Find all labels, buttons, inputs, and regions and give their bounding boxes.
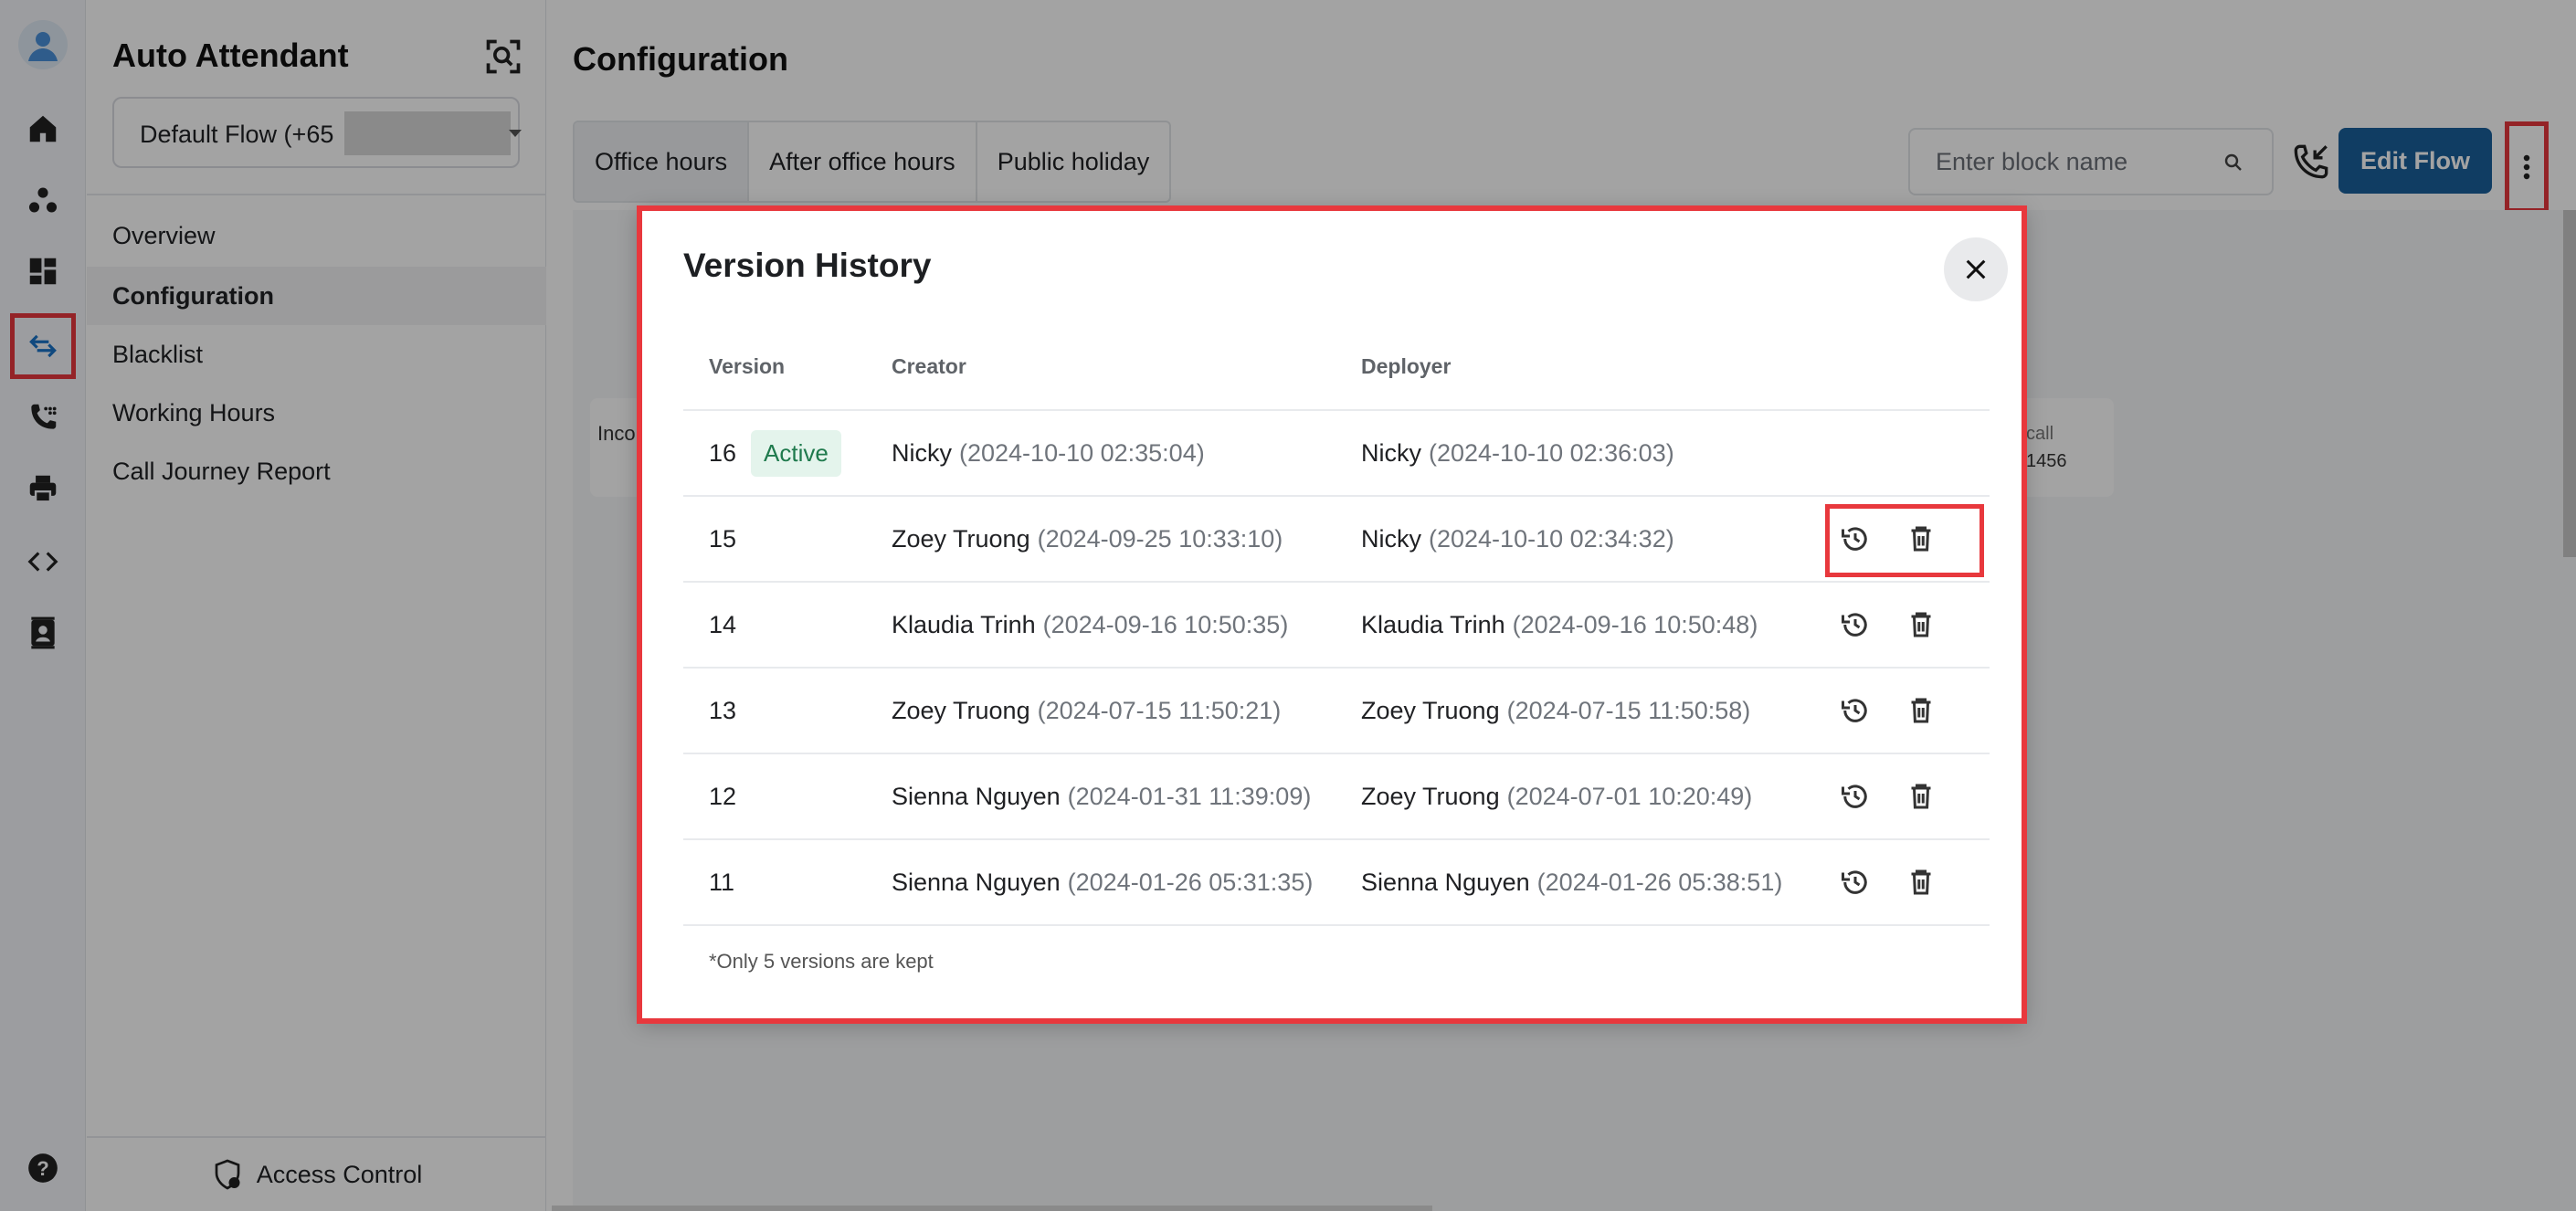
delete-version-button[interactable]: [1900, 775, 1942, 817]
deployer-cell: Nicky (2024-10-10 02:34:32): [1361, 497, 1674, 581]
deployer-name: Sienna Nguyen: [1361, 868, 1530, 896]
close-button[interactable]: [1944, 237, 2008, 301]
trash-icon: [1911, 784, 1931, 809]
creator-cell: Sienna Nguyen (2024-01-31 11:39:09): [892, 754, 1311, 838]
creator-name: Zoey Truong: [892, 696, 1030, 724]
version-table: Version Creator Deployer 16 Active Nicky…: [683, 323, 1990, 926]
deployer-name: Nicky: [1361, 438, 1421, 467]
creator-cell: Klaudia Trinh (2024-09-16 10:50:35): [892, 583, 1288, 667]
table-row: 14 Klaudia Trinh (2024-09-16 10:50:35) K…: [683, 583, 1990, 669]
creator-time: (2024-01-26 05:31:35): [1067, 868, 1314, 896]
deployer-name: Zoey Truong: [1361, 696, 1500, 724]
creator-cell: Nicky (2024-10-10 02:35:04): [892, 411, 1205, 495]
version-history-dialog: Version History Version Creator Deployer…: [639, 208, 2024, 1021]
restore-version-button[interactable]: [1834, 604, 1876, 646]
row-actions: [1834, 583, 1942, 667]
creator-cell: Zoey Truong (2024-09-25 10:33:10): [892, 497, 1283, 581]
deployer-cell: Sienna Nguyen (2024-01-26 05:38:51): [1361, 840, 1782, 924]
creator-cell: Zoey Truong (2024-07-15 11:50:21): [892, 669, 1281, 753]
row-actions: [1834, 497, 1942, 581]
table-header: Version Creator Deployer: [683, 323, 1990, 411]
history-icon: [1842, 699, 1867, 722]
trash-icon: [1911, 698, 1931, 723]
column-header-deployer: Deployer: [1361, 353, 1452, 378]
version-cell: 16 Active: [709, 411, 841, 495]
deployer-cell: Zoey Truong (2024-07-15 11:50:58): [1361, 669, 1750, 753]
creator-name: Nicky: [892, 438, 952, 467]
history-icon: [1842, 527, 1867, 551]
canvas-horizontal-scrollbar[interactable]: [552, 1206, 1432, 1211]
dialog-title: Version History: [683, 247, 932, 284]
creator-name: Sienna Nguyen: [892, 782, 1061, 810]
creator-name: Sienna Nguyen: [892, 868, 1061, 896]
deployer-name: Zoey Truong: [1361, 782, 1500, 810]
table-row: 15 Zoey Truong (2024-09-25 10:33:10) Nic…: [683, 497, 1990, 583]
deployer-time: (2024-10-10 02:34:32): [1429, 524, 1674, 553]
active-badge: Active: [751, 429, 841, 477]
table-row: 12 Sienna Nguyen (2024-01-31 11:39:09) Z…: [683, 754, 1990, 840]
history-icon: [1842, 613, 1867, 637]
version-number: 13: [709, 696, 737, 724]
trash-icon: [1911, 869, 1931, 895]
deployer-time: (2024-01-26 05:38:51): [1536, 868, 1783, 896]
trash-icon: [1911, 612, 1931, 637]
row-actions: [1834, 754, 1942, 838]
deployer-time: (2024-07-01 10:20:49): [1506, 782, 1753, 810]
restore-version-button[interactable]: [1834, 690, 1876, 732]
table-row: 11 Sienna Nguyen (2024-01-26 05:31:35) S…: [683, 840, 1990, 926]
creator-time: (2024-10-10 02:35:04): [959, 438, 1205, 467]
version-number: 14: [709, 610, 737, 638]
deployer-cell: Klaudia Trinh (2024-09-16 10:50:48): [1361, 583, 1758, 667]
restore-version-button[interactable]: [1834, 775, 1876, 817]
deployer-time: (2024-07-15 11:50:58): [1506, 696, 1751, 724]
delete-version-button[interactable]: [1900, 690, 1942, 732]
creator-cell: Sienna Nguyen (2024-01-26 05:31:35): [892, 840, 1313, 924]
trash-icon: [1911, 526, 1931, 552]
history-icon: [1842, 785, 1867, 808]
creator-time: (2024-01-31 11:39:09): [1067, 782, 1312, 810]
history-icon: [1842, 870, 1867, 894]
deployer-name: Klaudia Trinh: [1361, 610, 1505, 638]
delete-version-button[interactable]: [1900, 861, 1942, 903]
creator-time: (2024-09-16 10:50:35): [1042, 610, 1289, 638]
retention-note: *Only 5 versions are kept: [709, 950, 934, 973]
delete-version-button[interactable]: [1900, 518, 1942, 560]
deployer-time: (2024-09-16 10:50:48): [1512, 610, 1758, 638]
deployer-cell: Zoey Truong (2024-07-01 10:20:49): [1361, 754, 1752, 838]
restore-version-button[interactable]: [1834, 518, 1876, 560]
table-row: 16 Active Nicky (2024-10-10 02:35:04) Ni…: [683, 411, 1990, 497]
deployer-name: Nicky: [1361, 524, 1421, 553]
row-actions: [1834, 840, 1942, 924]
deployer-cell: Nicky (2024-10-10 02:36:03): [1361, 411, 1674, 495]
creator-time: (2024-07-15 11:50:21): [1037, 696, 1282, 724]
restore-version-button[interactable]: [1834, 861, 1876, 903]
creator-name: Klaudia Trinh: [892, 610, 1036, 638]
column-header-version: Version: [709, 353, 786, 378]
deployer-time: (2024-10-10 02:36:03): [1429, 438, 1674, 467]
delete-version-button[interactable]: [1900, 604, 1942, 646]
version-number: 11: [709, 868, 735, 896]
row-actions: [1834, 669, 1942, 753]
creator-name: Zoey Truong: [892, 524, 1030, 553]
column-header-creator: Creator: [892, 353, 966, 378]
version-number: 16: [709, 438, 737, 467]
close-icon: [1966, 259, 1986, 279]
version-number: 15: [709, 524, 737, 553]
creator-time: (2024-09-25 10:33:10): [1037, 524, 1283, 553]
version-number: 12: [709, 782, 737, 810]
table-row: 13 Zoey Truong (2024-07-15 11:50:21) Zoe…: [683, 669, 1990, 754]
